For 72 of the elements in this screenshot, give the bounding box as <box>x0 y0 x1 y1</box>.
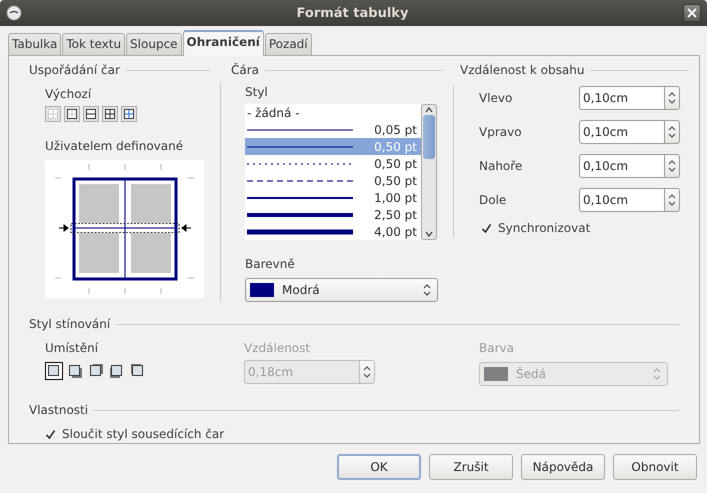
window-title: Formát tabulky <box>296 6 410 20</box>
field-label: Styl <box>245 84 269 101</box>
border-preset-icon[interactable] <box>64 106 80 122</box>
tab[interactable]: Sloupce <box>126 33 182 55</box>
dialog-button[interactable]: Obnovit <box>613 454 697 480</box>
shadow-position-icon[interactable] <box>66 362 84 380</box>
scroll-up-icon[interactable] <box>424 105 434 115</box>
check-icon <box>45 428 56 440</box>
tab[interactable]: Tok textu <box>62 33 126 55</box>
group-title: Čára <box>231 63 260 77</box>
line-style-item[interactable]: 0,05 pt <box>245 121 421 138</box>
scroll-down-icon[interactable] <box>424 229 434 239</box>
border-preset-icon[interactable] <box>121 106 137 122</box>
field-label: Umístění <box>45 340 100 357</box>
line-style-item[interactable]: 4,00 pt <box>245 223 421 240</box>
line-style-item[interactable]: 0,50 pt <box>245 172 421 189</box>
field-label: Uživatelem definované <box>45 138 184 155</box>
app-icon[interactable] <box>6 5 22 21</box>
tab[interactable]: Tabulka <box>8 33 62 55</box>
field-label: Barva <box>479 340 515 357</box>
input-field[interactable]: 0,10cm <box>579 120 665 144</box>
field-label: Vpravo <box>479 125 523 139</box>
dropdown-arrows-icon <box>653 367 661 381</box>
spin-button[interactable] <box>665 154 680 178</box>
group-title: Uspořádání čar <box>29 63 120 77</box>
dialog-button[interactable]: Nápověda <box>521 454 605 480</box>
group-title: Vzdálenost k obsahu <box>460 63 584 77</box>
input-field[interactable]: 0,10cm <box>579 188 665 212</box>
border-preview-drawing[interactable] <box>45 160 204 298</box>
spin-arrows-icon <box>363 364 371 380</box>
spin-arrows-icon <box>668 124 676 140</box>
spin-arrows-icon <box>668 158 676 174</box>
field-label: Vlevo <box>479 91 514 105</box>
dialog-button[interactable]: Zrušit <box>429 454 513 480</box>
field-label: Barevně <box>245 256 296 273</box>
line-style-item[interactable]: 2,50 pt <box>245 206 421 223</box>
check-icon <box>481 222 492 234</box>
line-sample-icon <box>247 210 353 218</box>
field-label: Nahoře <box>479 159 524 173</box>
dialog-button[interactable]: OK <box>337 454 421 480</box>
close-icon <box>687 8 697 18</box>
input-field[interactable]: 0,10cm <box>579 86 665 110</box>
dropdown-arrows-icon <box>423 283 431 297</box>
spin-button[interactable] <box>665 86 680 110</box>
border-preset-icon[interactable] <box>102 106 118 122</box>
tab[interactable]: Ohraničení <box>182 30 264 56</box>
shadow-position-icon[interactable] <box>45 362 63 380</box>
line-style-item[interactable]: 0,50 pt <box>245 155 421 172</box>
line-style-item[interactable]: - žádná - <box>245 104 421 121</box>
field-label: Výchozí <box>45 86 92 103</box>
spin-arrows-icon <box>668 90 676 106</box>
spin-button[interactable] <box>360 360 375 384</box>
spin-button[interactable] <box>665 188 680 212</box>
checkbox-label: Sloučit styl sousedících čar <box>62 427 224 441</box>
spin-arrows-icon <box>668 192 676 208</box>
field-label: Dole <box>479 193 508 207</box>
group-title: Vlastnosti <box>29 403 88 417</box>
line-sample-icon <box>247 228 353 236</box>
tab[interactable]: Pozadí <box>264 33 312 55</box>
border-preset-icon[interactable] <box>83 106 99 122</box>
color-dropdown[interactable]: Modrá <box>245 278 438 302</box>
scrollbar[interactable] <box>421 104 437 240</box>
checkbox[interactable] <box>481 222 492 234</box>
checkbox[interactable] <box>45 428 56 440</box>
group-title: Styl stínování <box>29 317 110 331</box>
spin-button[interactable] <box>665 120 680 144</box>
input-field[interactable]: 0,10cm <box>579 154 665 178</box>
line-style-item[interactable]: 1,00 pt <box>245 189 421 206</box>
scroll-thumb[interactable] <box>423 115 435 159</box>
close-button[interactable] <box>683 4 701 22</box>
checkbox-label: Synchronizovat <box>498 221 590 235</box>
field-label: Vzdálenost <box>244 340 312 357</box>
